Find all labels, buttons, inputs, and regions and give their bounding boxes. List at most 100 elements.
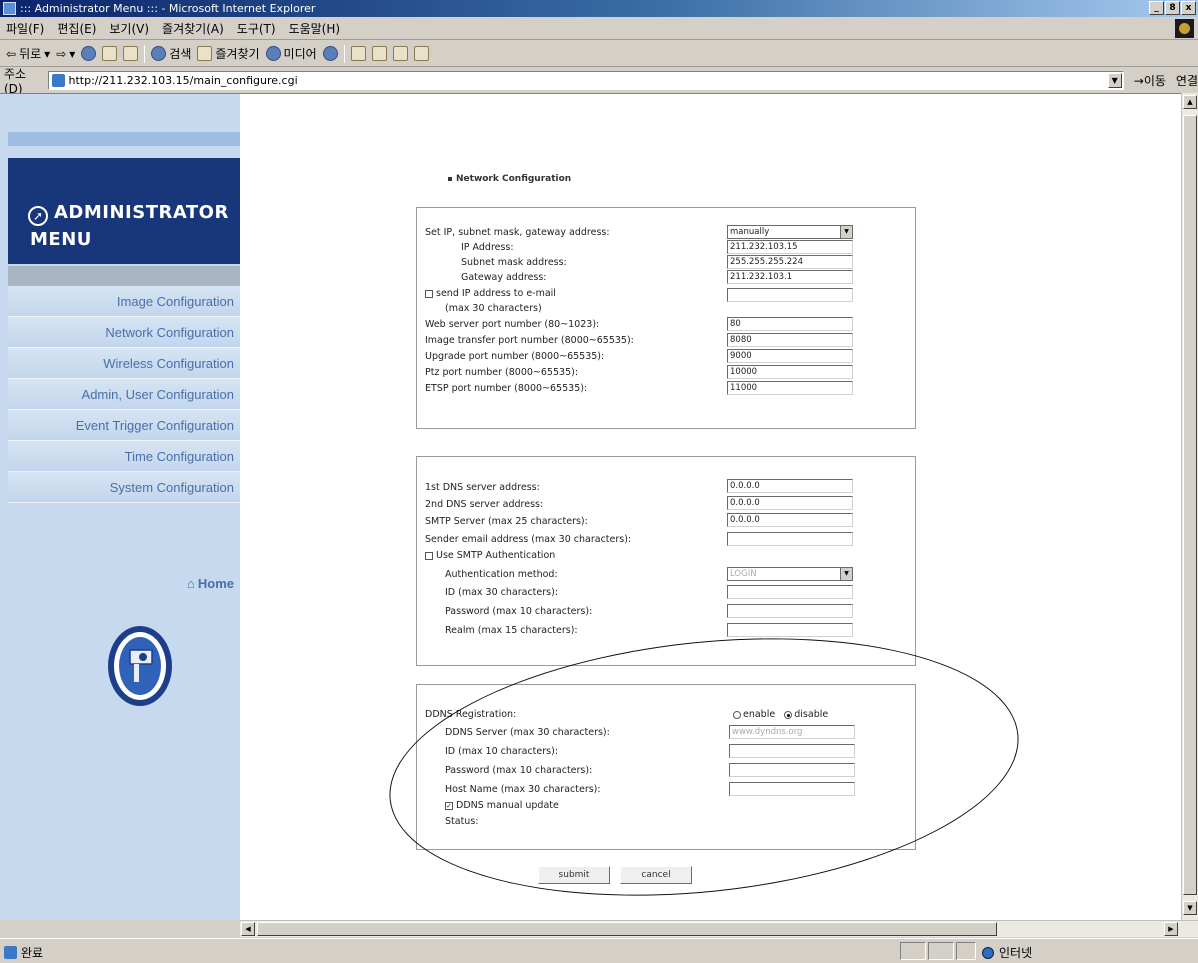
- forward-button[interactable]: ⇨ ▾: [56, 47, 75, 61]
- sidebar-item-admin-user[interactable]: Admin, User Configuration: [8, 379, 240, 410]
- home-link[interactable]: ⌂ Home: [8, 576, 240, 591]
- menu-help[interactable]: 도움말(H): [289, 20, 341, 37]
- smtp-password-label: Password (max 10 characters):: [445, 606, 593, 617]
- media-button[interactable]: 미디어: [265, 45, 317, 62]
- sidebar-item-image[interactable]: Image Configuration: [8, 286, 240, 317]
- forward-arrow-icon: ⇨: [56, 46, 67, 61]
- zone-label: 인터넷: [999, 946, 1033, 960]
- sidebar-item-network[interactable]: Network Configuration: [8, 317, 240, 348]
- ddns-id-input[interactable]: [729, 744, 855, 758]
- go-button[interactable]: →이동: [1134, 72, 1166, 89]
- scroll-up-icon[interactable]: ▲: [1183, 95, 1197, 109]
- vertical-scroll-thumb[interactable]: [1183, 115, 1197, 895]
- subnet-input[interactable]: 255.255.255.224: [727, 255, 853, 269]
- ddns-manual-update-row: ✓ DDNS manual update: [445, 800, 559, 811]
- sidebar-header: ➚ ADMINISTRATOR MENU: [8, 158, 240, 264]
- dns2-input[interactable]: 0.0.0.0: [727, 496, 853, 510]
- ddns-manual-update-label: DDNS manual update: [456, 800, 559, 811]
- cancel-button[interactable]: cancel: [620, 866, 692, 884]
- dns1-input[interactable]: 0.0.0.0: [727, 479, 853, 493]
- search-button[interactable]: 검색: [151, 45, 191, 62]
- favorites-button[interactable]: 즐겨찾기: [197, 45, 260, 62]
- scrollbar-left-blank: [0, 920, 240, 937]
- toolbar: ⇦ 뒤로 ▾ ⇨ ▾ 검색 즐겨찾기 미디어: [0, 41, 1198, 67]
- send-ip-label: send IP address to e-mail: [436, 288, 556, 299]
- ptz-port-input[interactable]: 10000: [727, 365, 853, 379]
- history-icon[interactable]: [322, 46, 338, 61]
- auth-method-select[interactable]: LOGIN ▼: [727, 567, 853, 581]
- section-title: Network Configuration: [448, 174, 571, 184]
- ddns-host-label: Host Name (max 30 characters):: [445, 784, 601, 795]
- horizontal-scroll-thumb[interactable]: [257, 922, 997, 936]
- back-dropdown-icon[interactable]: ▾: [44, 47, 50, 61]
- address-dropdown-icon[interactable]: ▼: [1107, 72, 1122, 88]
- vertical-scrollbar[interactable]: ▲ ▼: [1181, 93, 1198, 920]
- gateway-input[interactable]: 211.232.103.1: [727, 270, 853, 284]
- use-smtp-auth-checkbox[interactable]: [425, 551, 433, 560]
- realm-label: Realm (max 15 characters):: [445, 625, 578, 636]
- minimize-button[interactable]: _: [1149, 1, 1164, 15]
- upgrade-port-input[interactable]: 9000: [727, 349, 853, 363]
- menu-edit[interactable]: 편집(E): [57, 20, 96, 37]
- chevron-down-icon: ▼: [840, 568, 852, 580]
- ddns-disable-radio[interactable]: [784, 710, 793, 719]
- forward-dropdown-icon[interactable]: ▾: [69, 47, 75, 61]
- menu-file[interactable]: 파일(F): [6, 20, 44, 37]
- menu-favorites[interactable]: 즐겨찾기(A): [162, 20, 224, 37]
- stop-icon[interactable]: [81, 46, 97, 61]
- ddns-manual-update-checkbox[interactable]: ✓: [445, 801, 453, 810]
- image-port-input[interactable]: 8080: [727, 333, 853, 347]
- dns1-label: 1st DNS server address:: [425, 482, 540, 493]
- maximize-button[interactable]: 8: [1165, 1, 1180, 15]
- internet-globe-icon: [982, 946, 994, 959]
- menu-view[interactable]: 보기(V): [109, 20, 149, 37]
- gateway-label: Gateway address:: [461, 272, 547, 283]
- sidebar-item-system[interactable]: System Configuration: [8, 472, 240, 503]
- scroll-right-icon[interactable]: ▶: [1164, 922, 1178, 936]
- menu-tools[interactable]: 도구(T): [237, 20, 276, 37]
- sidebar-item-wireless[interactable]: Wireless Configuration: [8, 348, 240, 379]
- submit-button[interactable]: submit: [538, 866, 610, 884]
- print-icon[interactable]: [371, 46, 387, 61]
- smtp-password-input[interactable]: [727, 604, 853, 618]
- send-ip-email-input[interactable]: [727, 288, 853, 302]
- smtp-server-input[interactable]: 0.0.0.0: [727, 513, 853, 527]
- etsp-port-input[interactable]: 11000: [727, 381, 853, 395]
- dns-smtp-panel: 1st DNS server address: 0.0.0.0 2nd DNS …: [416, 456, 916, 666]
- ddns-panel: DDNS Registration: enable disable DDNS S…: [416, 684, 916, 850]
- links-button[interactable]: 연결: [1176, 72, 1198, 89]
- set-ip-mode-select[interactable]: manually ▼: [727, 225, 853, 239]
- mail-icon[interactable]: [350, 46, 366, 61]
- page-done-icon: [4, 946, 17, 959]
- home-label: Home: [197, 576, 234, 591]
- ddns-password-label: Password (max 10 characters):: [445, 765, 593, 776]
- status-cell: [900, 942, 926, 960]
- ddns-enable-radio[interactable]: [733, 710, 741, 719]
- search-label: 검색: [169, 47, 192, 61]
- home-icon[interactable]: [123, 46, 139, 61]
- ddns-status-label: Status:: [445, 816, 479, 827]
- sender-email-input[interactable]: [727, 532, 853, 546]
- ddns-password-input[interactable]: [729, 763, 855, 777]
- close-button[interactable]: x: [1181, 1, 1196, 15]
- ddns-server-input[interactable]: www.dyndns.org: [729, 725, 855, 739]
- scroll-left-icon[interactable]: ◀: [241, 922, 255, 936]
- discuss-icon[interactable]: [413, 46, 429, 61]
- go-label: 이동: [1143, 73, 1166, 88]
- realm-input[interactable]: [727, 623, 853, 637]
- sidebar-item-event-trigger[interactable]: Event Trigger Configuration: [8, 410, 240, 441]
- address-input[interactable]: http://211.232.103.15/main_configure.cgi…: [47, 70, 1124, 90]
- refresh-icon[interactable]: [102, 46, 118, 61]
- sidebar-item-time[interactable]: Time Configuration: [8, 441, 240, 472]
- ddns-host-input[interactable]: [729, 782, 855, 796]
- ip-address-input[interactable]: 211.232.103.15: [727, 240, 853, 254]
- web-port-input[interactable]: 80: [727, 317, 853, 331]
- back-button[interactable]: ⇦ 뒤로 ▾: [6, 45, 50, 62]
- ip-address-label: IP Address:: [461, 242, 514, 253]
- smtp-id-input[interactable]: [727, 585, 853, 599]
- scroll-down-icon[interactable]: ▼: [1183, 901, 1197, 915]
- send-ip-checkbox[interactable]: [425, 289, 433, 298]
- edit-icon[interactable]: [392, 46, 408, 61]
- sidebar-menu: Image Configuration Network Configuratio…: [8, 286, 240, 503]
- horizontal-scrollbar[interactable]: ◀ ▶: [240, 920, 1198, 937]
